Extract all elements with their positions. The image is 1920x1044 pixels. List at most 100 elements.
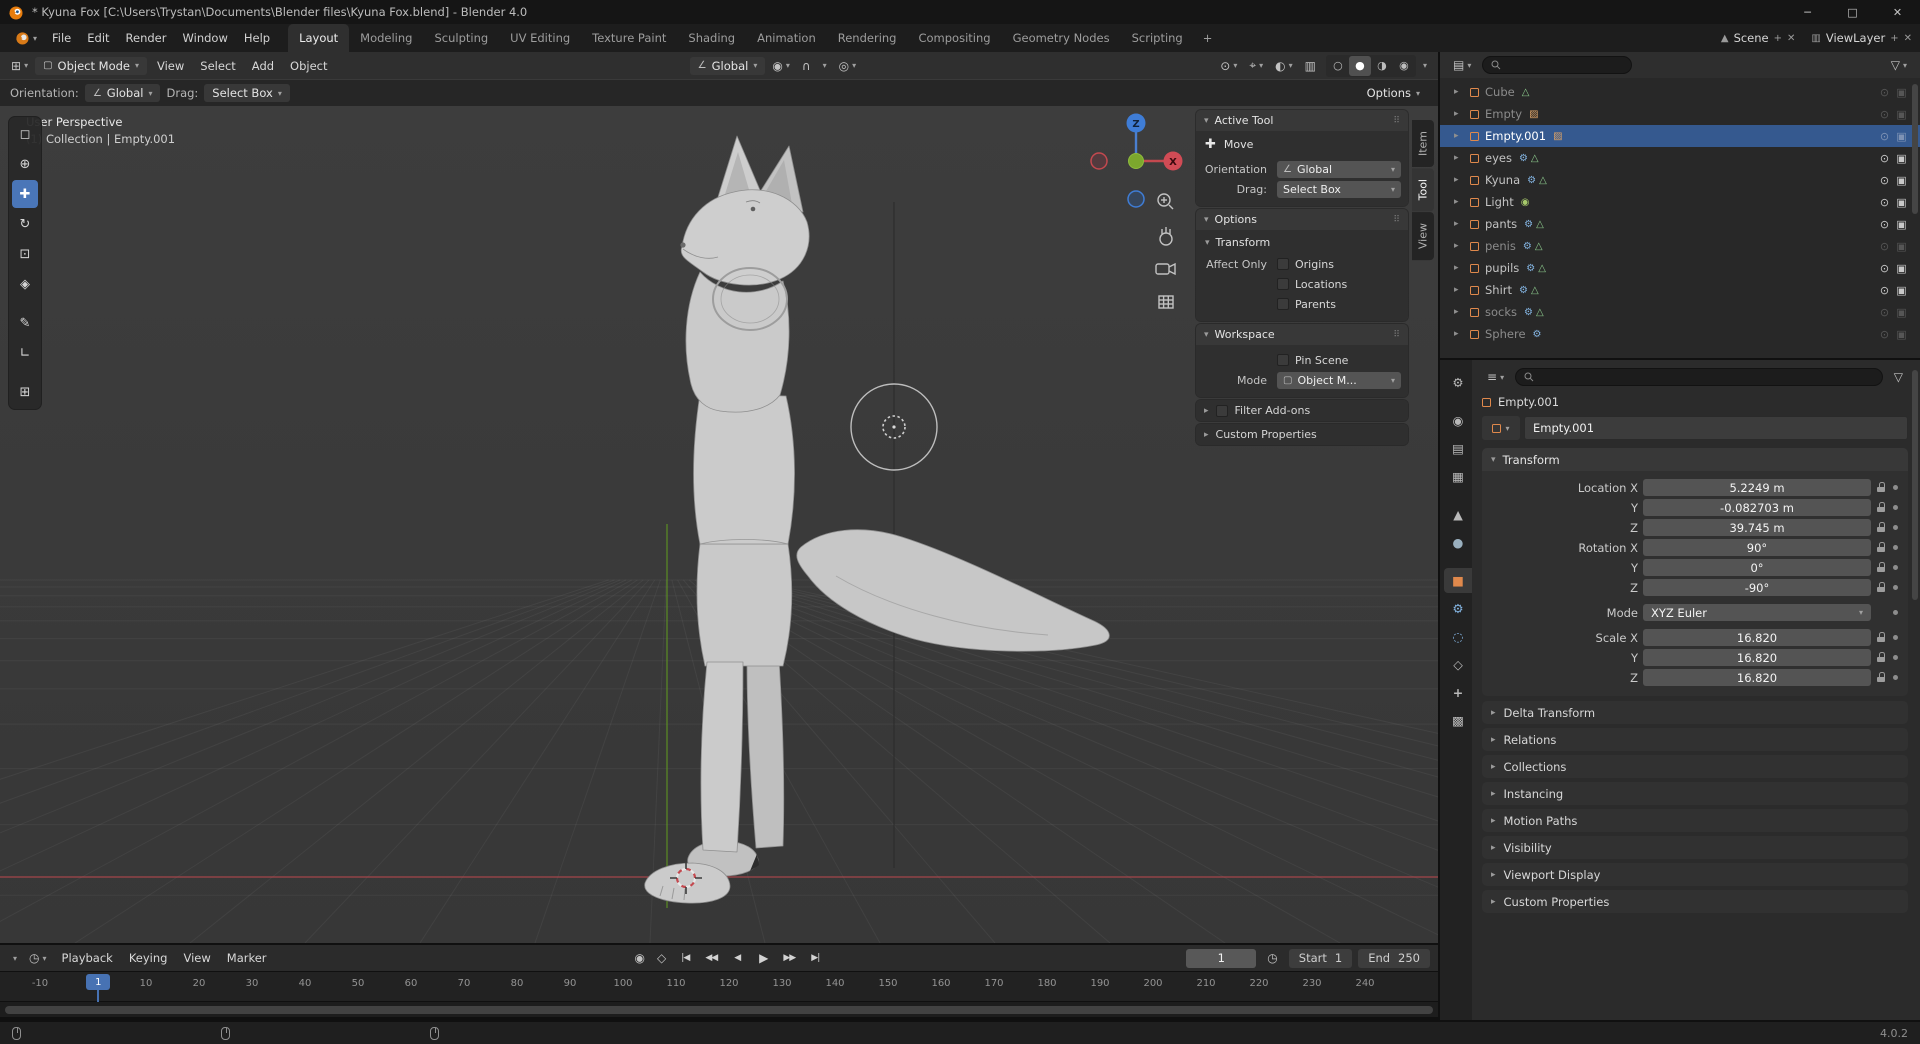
animate-dot[interactable] [1893,675,1898,680]
visibility-eye-icon[interactable]: ⊙ [1876,174,1893,187]
panel-collections[interactable]: ▸Collections [1482,755,1908,778]
constraints-icon[interactable]: ◇ [1444,652,1472,677]
panel-visibility[interactable]: ▸Visibility [1482,836,1908,859]
new-view-layer-button[interactable]: + [1890,33,1898,44]
number-field[interactable]: 5.2249 m [1643,479,1871,496]
disclosure-triangle-icon[interactable]: ▸ [1454,109,1468,119]
custom-properties-panel[interactable]: ▸ Custom Properties [1196,424,1408,445]
workspace-tab-modeling[interactable]: Modeling [349,24,423,52]
number-field[interactable]: -0.082703 m [1643,499,1871,516]
disclosure-triangle-icon[interactable]: ▸ [1454,197,1468,207]
lock-icon[interactable] [1876,542,1887,553]
outliner-row-pants[interactable]: ▸pants⚙△⊙▣ [1440,213,1920,235]
disclosure-triangle-icon[interactable]: ▸ [1454,219,1468,229]
workspace-tab-geometry-nodes[interactable]: Geometry Nodes [1002,24,1121,52]
disclosure-triangle-icon[interactable]: ▸ [1454,307,1468,317]
play-reverse-button[interactable]: ◀ [725,948,749,968]
move-tool-button[interactable]: ✚ [12,180,38,208]
outliner-search-input[interactable] [1482,56,1632,74]
workspace-mode-dropdown[interactable]: ▢ Object M... ▾ [1277,372,1401,389]
number-field[interactable]: 16.820 [1643,629,1871,646]
outliner-filter-button[interactable]: ▽▾ [1886,56,1912,74]
visibility-eye-icon[interactable]: ⊙ [1876,130,1893,143]
keying-set-button[interactable]: ◇ [652,949,671,967]
sidebar-tab-view[interactable]: View [1412,212,1434,260]
disclosure-triangle-icon[interactable]: ▸ [1454,175,1468,185]
lock-icon[interactable] [1876,672,1887,683]
proportional-editing-button[interactable]: ◎▾ [834,57,862,75]
outliner-row-cube[interactable]: ▸Cube△⊙▣ [1440,81,1920,103]
visibility-eye-icon[interactable]: ⊙ [1876,218,1893,231]
properties-scrollbar[interactable] [1912,370,1918,600]
locations-checkbox[interactable] [1277,278,1289,290]
render-camera-icon[interactable]: ▣ [1893,108,1910,121]
axis-y-ball[interactable] [1129,154,1144,169]
cursor-tool-button[interactable]: ⊕ [12,150,38,178]
menu-window[interactable]: Window [175,28,236,48]
number-field[interactable]: -90° [1643,579,1871,596]
disclosure-triangle-icon[interactable]: ▸ [1454,241,1468,251]
pin-scene-checkbox[interactable] [1277,354,1289,366]
interaction-mode-dropdown[interactable]: ▢ Object Mode ▾ [35,57,147,75]
viewport-menu-add[interactable]: Add [244,56,282,76]
timeline-menu-marker[interactable]: Marker [219,948,275,968]
workspace-tab-compositing[interactable]: Compositing [907,24,1001,52]
auto-keying-toggle[interactable]: ◉ [630,949,650,967]
axis-negative-x-ball[interactable] [1091,153,1107,169]
properties-search-input[interactable] [1515,368,1883,386]
visibility-eye-icon[interactable]: ⊙ [1876,152,1893,165]
material-preview-button[interactable]: ◑ [1371,56,1393,76]
animate-dot[interactable] [1893,655,1898,660]
origins-checkbox[interactable] [1277,258,1289,270]
workspace-tab-scripting[interactable]: Scripting [1121,24,1194,52]
sidebar-tab-tool[interactable]: Tool [1412,168,1434,211]
outliner-row-kyuna[interactable]: ▸Kyuna⚙△⊙▣ [1440,169,1920,191]
solid-shading-button[interactable]: ● [1349,56,1371,76]
animate-dot[interactable] [1893,610,1898,615]
active-tool-panel-header[interactable]: ▾ Active Tool ⠿ [1196,110,1408,131]
timeline-ruler[interactable]: -101020304050607080901001101201301401501… [0,972,1438,1001]
lock-icon[interactable] [1876,652,1887,663]
object-icon[interactable]: ■ [1444,568,1472,593]
workspace-tab-layout[interactable]: Layout [288,24,349,52]
menu-help[interactable]: Help [236,28,278,48]
transform-tool-button[interactable]: ◈ [12,270,38,298]
menu-edit[interactable]: Edit [79,28,117,48]
workspace-tab-sculpting[interactable]: Sculpting [423,24,499,52]
visibility-eye-icon[interactable]: ⊙ [1876,284,1893,297]
lock-icon[interactable] [1876,522,1887,533]
object-id-dropdown[interactable]: ▾ [1482,416,1520,440]
menu-render[interactable]: Render [118,28,175,48]
render-camera-icon[interactable]: ▣ [1893,86,1910,99]
jump-to-end-button[interactable]: ▶| [803,948,827,968]
animate-dot[interactable] [1893,525,1898,530]
visibility-eye-icon[interactable]: ⊙ [1876,262,1893,275]
unlink-scene-button[interactable]: ✕ [1787,33,1795,44]
preview-range-toggle[interactable]: ◷ [1262,949,1282,967]
viewport-menu-view[interactable]: View [149,56,192,76]
render-camera-icon[interactable]: ▣ [1893,262,1910,275]
viewport-canvas[interactable]: Z X [0,106,1438,943]
snap-settings-dropdown[interactable]: ▾ [818,59,832,72]
rotation-mode-dropdown[interactable]: XYZ Euler ▾ [1643,604,1871,621]
outliner-row-sphere[interactable]: ▸Sphere⚙⊙▣ [1440,323,1920,345]
physics-icon[interactable]: ◌ [1444,624,1472,649]
workspace-tab-uv-editing[interactable]: UV Editing [499,24,581,52]
tweak-select-tool-button[interactable]: ◻ [12,120,38,148]
disclosure-triangle-icon[interactable]: ▸ [1454,329,1468,339]
number-field[interactable]: 90° [1643,539,1871,556]
outliner-row-light[interactable]: ▸Light◉⊙▣ [1440,191,1920,213]
new-scene-button[interactable]: + [1774,33,1782,44]
next-keyframe-button[interactable]: ▶▶ [777,948,801,968]
outliner-scrollbar[interactable] [1912,84,1918,214]
timeline-menu-view[interactable]: View [175,948,218,968]
panel-custom-properties[interactable]: ▸Custom Properties [1482,890,1908,913]
current-frame-marker[interactable]: 1 [86,974,110,990]
transform-subpanel-header[interactable]: ▾ Transform [1203,234,1401,253]
texture-icon[interactable]: ▩ [1444,708,1472,733]
properties-editor-type-button[interactable]: ≡▾ [1482,368,1509,386]
number-field[interactable]: 16.820 [1643,669,1871,686]
render-camera-icon[interactable]: ▣ [1893,218,1910,231]
render-camera-icon[interactable]: ▣ [1893,196,1910,209]
rendered-shading-button[interactable]: ◉ [1393,56,1415,76]
